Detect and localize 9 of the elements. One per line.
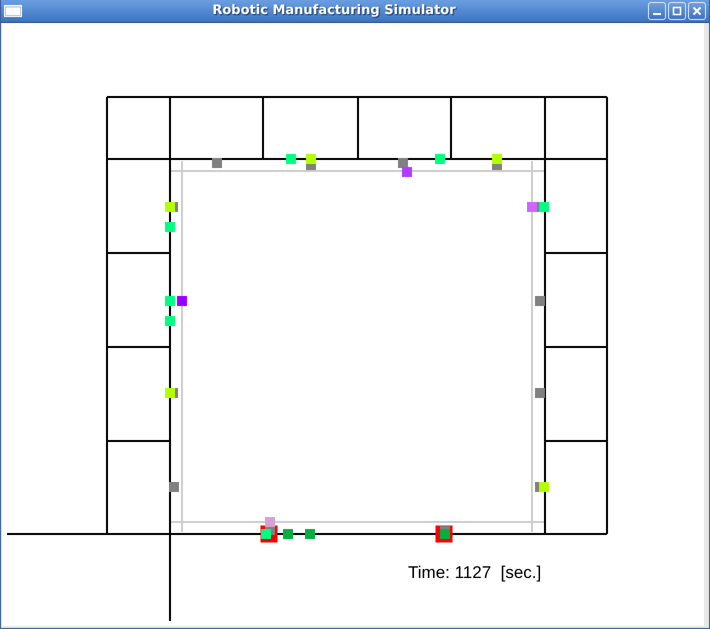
close-icon [692, 6, 702, 16]
maximize-icon [672, 6, 682, 16]
window-icon [4, 5, 22, 17]
minimize-icon [653, 13, 661, 15]
time-readout: Time: 1127 [sec.] [408, 562, 542, 584]
maximize-button[interactable] [668, 2, 686, 20]
close-button[interactable] [688, 2, 706, 20]
minimize-button[interactable] [648, 2, 666, 20]
window-title: Robotic Manufacturing Simulator [211, 2, 457, 20]
